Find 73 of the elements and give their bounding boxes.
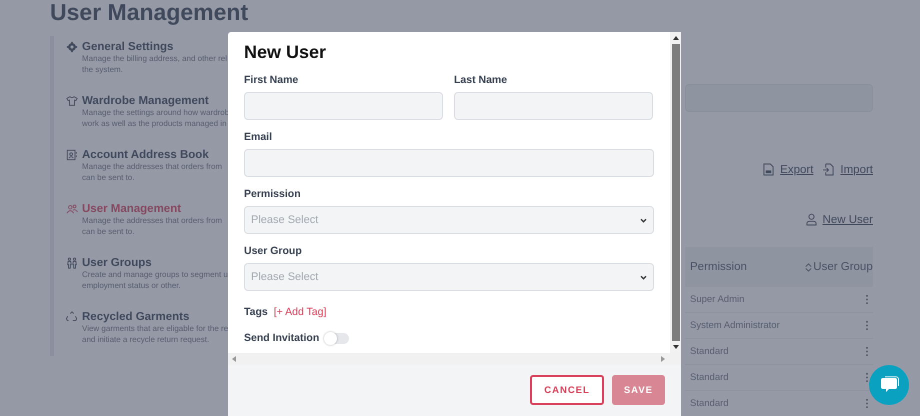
csv-file-icon <box>763 163 774 176</box>
sidebar-item-description: View garments that are eligable for the re <box>81 323 230 334</box>
sidebar-item-title: General Settings <box>82 41 174 53</box>
sidebar-item-description: Manage the billing address, and other rel <box>81 53 228 64</box>
table-cell: Standard <box>690 346 729 357</box>
sort-icon[interactable] <box>804 262 813 272</box>
table-cell: Standard <box>690 372 729 383</box>
import-link[interactable]: Import <box>823 163 873 176</box>
field-label: Email <box>244 131 274 143</box>
table-cell: System Administrator <box>690 320 780 331</box>
new-user-link[interactable]: New User <box>806 213 873 226</box>
sidebar-item-title: User Management <box>82 203 182 215</box>
scroll-up-icon[interactable] <box>672 36 678 40</box>
sidebar-item-description: Manage the addresses that orders from <box>81 215 224 226</box>
add-tag-link[interactable]: [+ Add Tag] <box>274 306 326 318</box>
sidebar-item[interactable]: Account Address Book Manage the addresses that orders from can be sent to. <box>54 144 232 198</box>
contact-card-icon <box>66 149 78 161</box>
field-label: User Group <box>244 245 303 257</box>
vertical-scrollbar[interactable] <box>670 32 681 353</box>
sidebar-item-title: Wardrobe Management <box>82 95 209 107</box>
sidebar-item[interactable]: Recycled Garments View garments that are eligable for the re and initiate a recycle return request. <box>54 306 232 356</box>
chat-bubble-icon <box>879 376 899 394</box>
input-field[interactable] <box>454 92 653 120</box>
field-label: First Name <box>244 74 300 86</box>
shirt-icon <box>66 95 78 107</box>
horizontal-scrollbar[interactable] <box>228 353 681 365</box>
sidebar-item-description: Manage the addresses that orders from <box>81 161 224 172</box>
toggle-switch[interactable] <box>325 332 350 344</box>
person-icon <box>806 213 817 226</box>
tags-label: Tags <box>244 306 268 318</box>
table-cell: Standard <box>690 398 729 409</box>
scroll-down-icon[interactable] <box>672 345 678 349</box>
more-options-icon[interactable] <box>865 294 869 305</box>
table-cell: Super Admin <box>690 294 744 305</box>
more-options-icon[interactable] <box>865 346 869 357</box>
scroll-right-icon[interactable] <box>661 356 665 362</box>
chevron-down-icon <box>640 218 647 222</box>
send-invitation-label: Send Invitation <box>244 332 320 344</box>
input-field[interactable] <box>244 149 654 177</box>
more-options-icon[interactable] <box>865 320 869 331</box>
field-label: Permission <box>244 188 302 200</box>
field-label: Last Name <box>454 74 508 86</box>
sidebar-item-title: User Groups <box>82 257 152 269</box>
select-field[interactable]: Please Select <box>244 263 654 291</box>
recycle-icon <box>66 311 78 323</box>
sidebar-item[interactable]: User Groups Create and manage groups to segment u employment status or other. <box>54 252 232 306</box>
sidebar-item-description: employment status or other. <box>81 280 182 291</box>
sidebar-item-description: can be sent to. <box>81 226 136 237</box>
sidebar-item-description: work as well as the products managed in <box>81 118 228 129</box>
input-field[interactable] <box>244 92 443 120</box>
sidebar-item-description: the system. <box>81 64 124 75</box>
users-icon <box>66 203 78 215</box>
scroll-left-icon[interactable] <box>232 356 236 362</box>
cancel-button[interactable]: CANCEL <box>530 375 604 405</box>
column-header: User Group <box>813 260 873 274</box>
chevron-down-icon <box>640 274 647 280</box>
more-options-icon[interactable] <box>865 372 869 383</box>
sidebar-item-description: can be sent to. <box>81 172 136 183</box>
more-options-icon[interactable] <box>865 398 869 409</box>
sidebar-item[interactable]: General Settings Manage the billing address, and other rel the system. <box>54 36 232 90</box>
file-import-icon <box>823 163 834 176</box>
people-icon <box>66 257 78 269</box>
sidebar-item-title: Recycled Garments <box>82 311 190 323</box>
sidebar-item-title: Account Address Book <box>82 149 209 161</box>
chat-button[interactable] <box>869 365 909 405</box>
sidebar-item-description: Create and manage groups to segment u <box>81 269 229 280</box>
page-title: User Management <box>50 0 248 24</box>
export-link[interactable]: Export <box>763 163 814 176</box>
gear-icon <box>66 41 78 53</box>
select-field[interactable]: Please Select <box>244 206 654 234</box>
sidebar-item-description: and initiate a recycle return request. <box>81 334 210 345</box>
dialog-title: New User <box>244 42 328 63</box>
column-header: Permission <box>690 261 747 273</box>
